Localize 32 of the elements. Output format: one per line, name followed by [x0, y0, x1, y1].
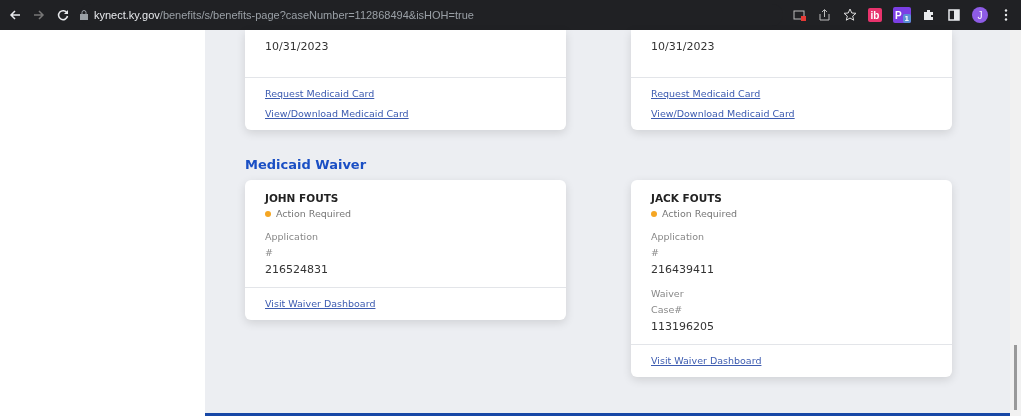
card-link[interactable]: View/Download Medicaid Card	[651, 108, 795, 119]
side-panel-icon[interactable]	[947, 8, 961, 22]
status-text: Action Required	[662, 208, 738, 219]
field-value: 113196205	[651, 320, 714, 333]
reload-icon[interactable]	[56, 8, 70, 22]
share-icon[interactable]	[818, 8, 832, 22]
status-text: Action Required	[276, 208, 352, 219]
field-label: Waiver Case#	[651, 287, 684, 317]
star-icon[interactable]	[843, 8, 857, 22]
member-name: JOHN FOUTS	[265, 192, 339, 204]
section-heading: Medicaid Waiver	[245, 157, 367, 172]
profile-avatar[interactable]: J	[972, 7, 988, 23]
puzzle-icon[interactable]	[922, 8, 936, 22]
cast-icon[interactable]	[793, 8, 807, 22]
renewal-date: 10/31/2023	[651, 40, 716, 53]
back-icon[interactable]	[8, 8, 22, 22]
card-link[interactable]: Request Medicaid Card	[265, 88, 375, 99]
field-value: 216524831	[265, 263, 328, 276]
card-link[interactable]: View/Download Medicaid Card	[265, 108, 409, 119]
card-link[interactable]: Request Medicaid Card	[651, 88, 761, 99]
dashboard-link[interactable]: Visit Waiver Dashboard	[651, 355, 762, 366]
extension-icon[interactable]: P 1	[893, 7, 911, 23]
field-label: Application #	[651, 230, 705, 260]
field-label: Application #	[265, 230, 319, 260]
forward-icon[interactable]	[32, 8, 46, 22]
scrollbar-thumb[interactable]	[1014, 345, 1017, 410]
renewal-date: 10/31/2023	[265, 40, 330, 53]
lock-icon	[80, 10, 88, 20]
field-value: 216439411	[651, 263, 714, 276]
member-name: JACK FOUTS	[651, 192, 722, 204]
dashboard-link[interactable]: Visit Waiver Dashboard	[265, 298, 376, 309]
extension-icon[interactable]: ib	[868, 8, 882, 22]
